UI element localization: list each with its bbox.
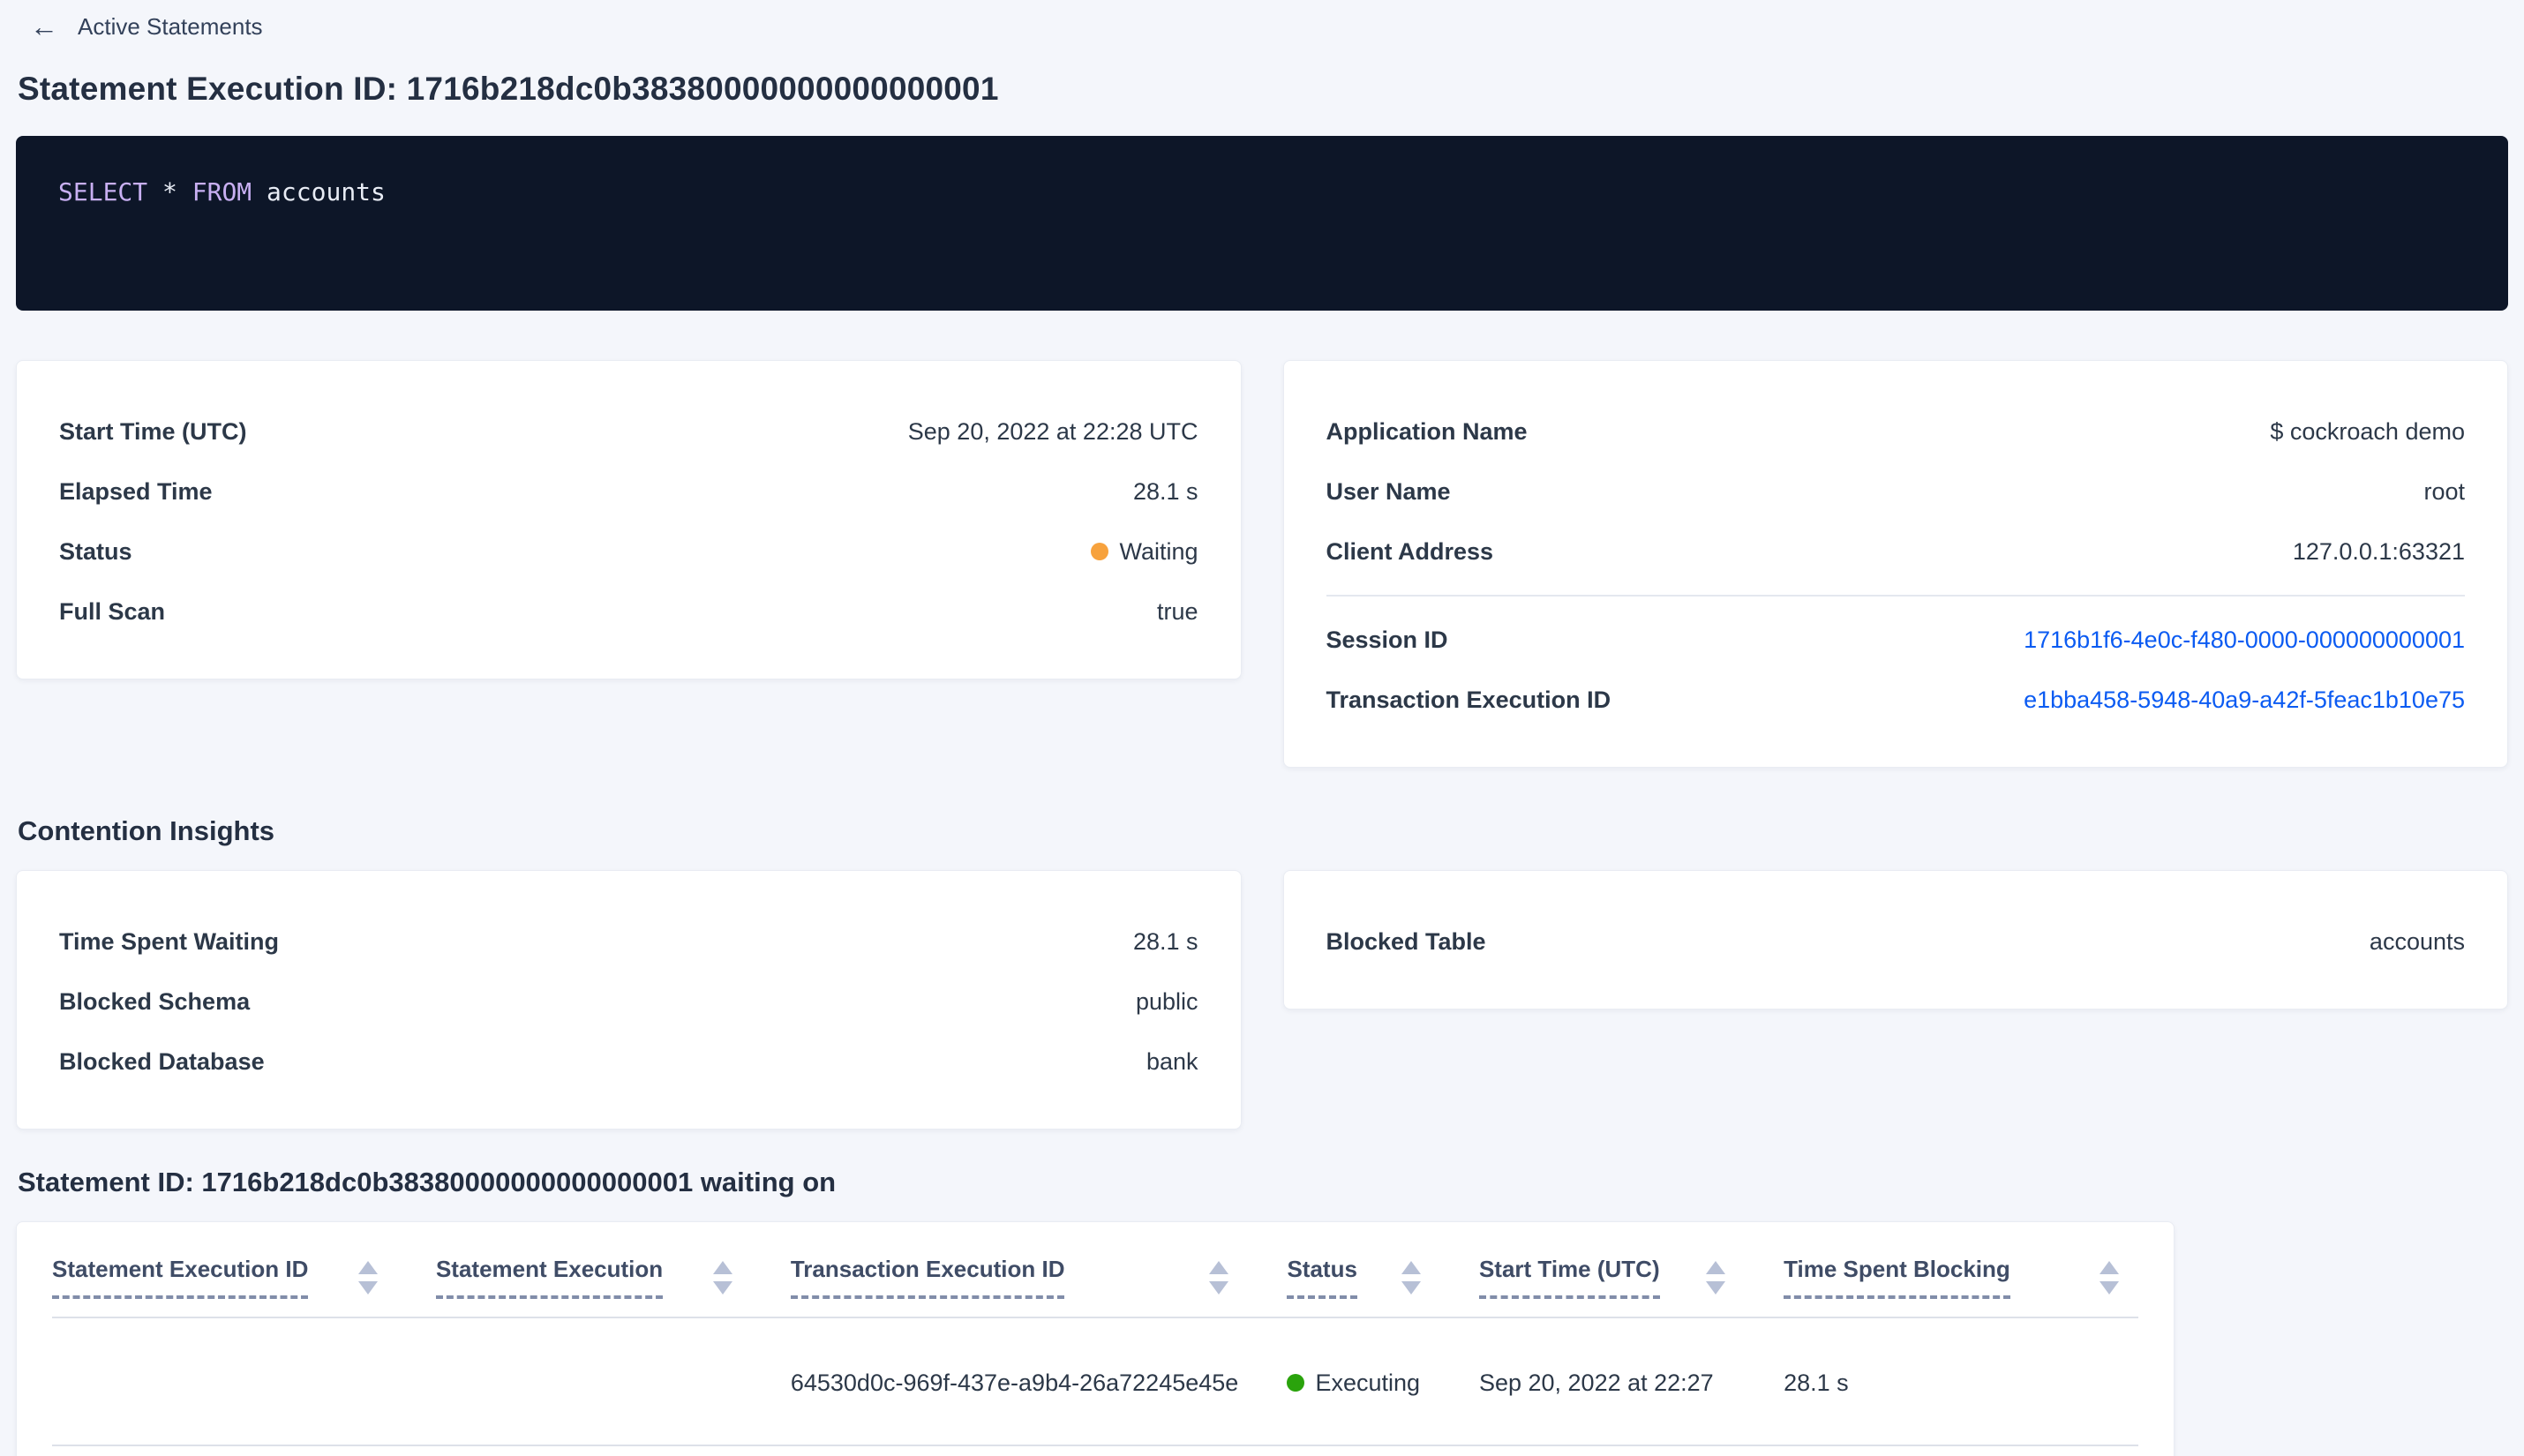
blocked-database-value: bank — [1146, 1047, 1198, 1075]
sql-statement-box: SELECT * FROM accounts — [16, 136, 2508, 311]
full-scan-value: true — [1156, 597, 1198, 625]
sql-identifier: accounts — [267, 177, 386, 206]
time-spent-waiting-value: 28.1 s — [1132, 927, 1198, 955]
sql-keyword: SELECT — [58, 177, 148, 206]
blocked-database-label: Blocked Database — [59, 1047, 265, 1075]
sort-arrows-icon[interactable] — [1706, 1260, 1726, 1295]
sql-keyword: FROM — [192, 177, 252, 206]
sort-arrows-icon[interactable] — [2100, 1260, 2119, 1295]
elapsed-time-label: Elapsed Time — [59, 477, 213, 505]
left-arrow-icon: ← — [30, 11, 58, 42]
elapsed-time-value: 28.1 s — [1132, 477, 1198, 505]
cell-time-spent-blocking: 28.1 s — [1784, 1317, 2138, 1446]
table-header-row: Statement Execution ID Statement Executi… — [52, 1222, 2138, 1318]
client-address-value: 127.0.0.1:63321 — [2292, 537, 2465, 565]
transaction-execution-id-link[interactable]: e1bba458-5948-40a9-a42f-5feac1b10e75 — [2024, 687, 2465, 714]
blocked-schema-row: Blocked Schema public — [59, 972, 1198, 1032]
transaction-execution-id-label: Transaction Execution ID — [1326, 686, 1611, 713]
start-time-value: Sep 20, 2022 at 22:28 UTC — [907, 417, 1198, 445]
session-card-divider — [1326, 595, 2465, 597]
waiting-on-table: Statement Execution ID Statement Executi… — [52, 1222, 2138, 1446]
session-id-row: Session ID 1716b1f6-4e0c-f480-0000-00000… — [1326, 610, 2466, 670]
waiting-on-table-card: Statement Execution ID Statement Executi… — [16, 1221, 2175, 1456]
executing-status-dot-icon — [1287, 1374, 1305, 1392]
cell-statement-execution — [435, 1317, 791, 1446]
contention-details-card: Time Spent Waiting 28.1 s Blocked Schema… — [16, 870, 1242, 1130]
details-cards-row: Start Time (UTC) Sep 20, 2022 at 22:28 U… — [16, 360, 2508, 768]
breadcrumb-label: Active Statements — [78, 12, 263, 40]
session-details-card: Application Name $ cockroach demo User N… — [1282, 360, 2508, 768]
blocked-table-card: Blocked Table accounts — [1282, 870, 2508, 1009]
blocked-schema-label: Blocked Schema — [59, 987, 251, 1015]
blocked-table-value: accounts — [2369, 927, 2465, 955]
contention-cards-row: Time Spent Waiting 28.1 s Blocked Schema… — [16, 870, 2508, 1130]
column-header-statement-execution[interactable]: Statement Execution — [435, 1222, 791, 1318]
sort-arrows-icon[interactable] — [1209, 1260, 1229, 1295]
application-name-row: Application Name $ cockroach demo — [1326, 402, 2466, 462]
blocked-database-row: Blocked Database bank — [59, 1032, 1198, 1092]
page-title: Statement Execution ID: 1716b218dc0b3838… — [18, 71, 999, 107]
application-name-label: Application Name — [1326, 417, 1528, 445]
cell-status: Executing — [1287, 1317, 1479, 1446]
status-label: Status — [59, 537, 132, 565]
column-header-statement-execution-id[interactable]: Statement Execution ID — [52, 1222, 436, 1318]
cell-start-time: Sep 20, 2022 at 22:27 — [1478, 1317, 1784, 1446]
sort-arrows-icon[interactable] — [1401, 1260, 1421, 1295]
waiting-status-dot-icon — [1091, 542, 1109, 560]
transaction-execution-id-row: Transaction Execution ID e1bba458-5948-4… — [1326, 670, 2466, 730]
user-name-value: root — [2423, 477, 2465, 505]
back-to-active-statements-link[interactable]: ← Active Statements — [30, 12, 263, 41]
session-id-label: Session ID — [1326, 626, 1448, 653]
status-value: Waiting — [1091, 538, 1198, 566]
cell-statement-execution-id — [52, 1317, 436, 1446]
column-header-status[interactable]: Status — [1287, 1222, 1479, 1318]
elapsed-time-row: Elapsed Time 28.1 s — [59, 462, 1198, 522]
full-scan-label: Full Scan — [59, 597, 166, 625]
start-time-row: Start Time (UTC) Sep 20, 2022 at 22:28 U… — [59, 402, 1198, 462]
application-name-value: $ cockroach demo — [2270, 417, 2465, 445]
column-header-time-spent-blocking[interactable]: Time Spent Blocking — [1784, 1222, 2138, 1318]
time-spent-waiting-label: Time Spent Waiting — [59, 927, 280, 955]
status-row: Status Waiting — [59, 522, 1198, 582]
cell-transaction-execution-id: 64530d0c-969f-437e-a9b4-26a72245e45e — [790, 1317, 1288, 1446]
time-spent-waiting-row: Time Spent Waiting 28.1 s — [59, 912, 1198, 972]
contention-insights-heading: Contention Insights — [18, 815, 275, 846]
user-name-label: User Name — [1326, 477, 1451, 505]
column-header-start-time[interactable]: Start Time (UTC) — [1478, 1222, 1784, 1318]
waiting-on-heading: Statement ID: 1716b218dc0b38380000000000… — [18, 1167, 837, 1197]
blocked-table-row: Blocked Table accounts — [1326, 912, 2466, 972]
user-name-row: User Name root — [1326, 462, 2466, 522]
sort-arrows-icon[interactable] — [357, 1260, 378, 1295]
start-time-label: Start Time (UTC) — [59, 417, 247, 445]
column-header-transaction-execution-id[interactable]: Transaction Execution ID — [790, 1222, 1288, 1318]
statement-execution-details-page: ← Active Statements Statement Execution … — [0, 0, 2524, 1456]
blocked-schema-value: public — [1135, 987, 1198, 1015]
session-id-link[interactable]: 1716b1f6-4e0c-f480-0000-000000000001 — [2024, 627, 2465, 654]
full-scan-row: Full Scan true — [59, 582, 1198, 642]
table-row: 64530d0c-969f-437e-a9b4-26a72245e45e Exe… — [52, 1317, 2138, 1446]
client-address-row: Client Address 127.0.0.1:63321 — [1326, 522, 2466, 582]
sort-arrows-icon[interactable] — [712, 1260, 732, 1295]
blocked-table-label: Blocked Table — [1326, 927, 1486, 955]
client-address-label: Client Address — [1326, 537, 1494, 565]
execution-details-card: Start Time (UTC) Sep 20, 2022 at 22:28 U… — [16, 360, 1242, 679]
sql-operator: * — [162, 177, 177, 206]
